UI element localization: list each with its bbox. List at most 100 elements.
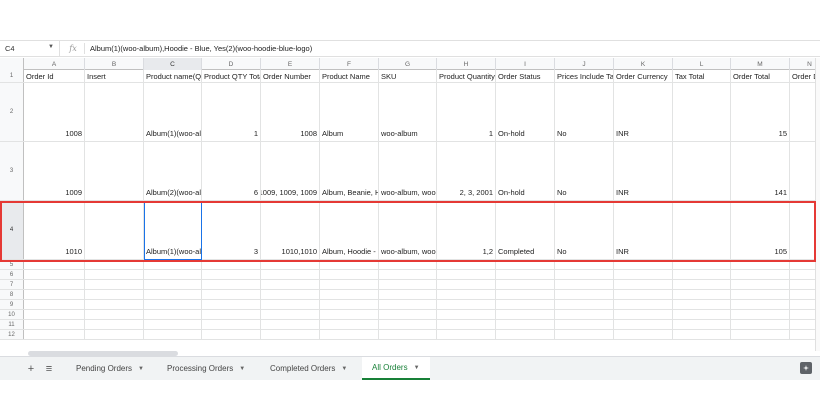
table-cell[interactable]: 105 [731,201,790,259]
table-cell[interactable] [261,270,320,279]
explore-icon[interactable] [800,362,812,374]
vertical-scrollbar[interactable] [815,58,820,351]
table-cell[interactable] [202,290,261,299]
table-cell[interactable] [731,300,790,309]
table-cell[interactable]: Completed [496,201,555,259]
column-title-cell[interactable]: Order Currency [614,70,673,82]
table-cell[interactable] [496,310,555,319]
table-cell[interactable]: 1 [202,83,261,141]
table-cell[interactable]: Album(2)(woo-album) [144,142,202,200]
sheet-tab-all-orders[interactable]: All Orders ▼ [362,357,430,380]
table-cell[interactable] [144,280,202,289]
column-header-f[interactable]: F [320,58,379,70]
row-header[interactable]: 3 [0,142,24,200]
row-header[interactable]: 2 [0,83,24,141]
table-cell[interactable] [731,260,790,269]
table-cell[interactable] [320,280,379,289]
all-sheets-menu-icon[interactable]: ≡ [42,361,56,377]
table-cell[interactable]: INR [614,83,673,141]
table-cell[interactable] [496,330,555,339]
table-cell[interactable] [85,260,144,269]
table-cell[interactable] [261,300,320,309]
table-cell[interactable] [555,320,614,329]
row-header[interactable]: 5 [0,260,24,269]
table-cell[interactable] [614,310,673,319]
table-cell[interactable] [437,260,496,269]
table-cell[interactable] [261,320,320,329]
row-header[interactable]: 7 [0,280,24,289]
table-cell[interactable] [85,142,144,200]
table-cell[interactable] [437,280,496,289]
table-cell[interactable] [144,330,202,339]
table-cell[interactable] [202,260,261,269]
table-cell[interactable]: 1009, 1009, 1009 [261,142,320,200]
table-cell[interactable] [437,300,496,309]
table-cell[interactable] [24,310,85,319]
column-header-e[interactable]: E [261,58,320,70]
column-title-cell[interactable]: Order Id [24,70,85,82]
table-cell[interactable] [320,310,379,319]
table-cell[interactable]: 1009 [24,142,85,200]
table-cell[interactable] [320,300,379,309]
column-header-i[interactable]: I [496,58,555,70]
table-cell[interactable] [144,270,202,279]
column-title-cell[interactable]: Order Number [261,70,320,82]
table-cell[interactable] [261,290,320,299]
row-header[interactable]: 1 [0,70,24,82]
table-cell[interactable] [731,310,790,319]
table-cell[interactable] [261,260,320,269]
table-cell[interactable] [555,310,614,319]
table-cell[interactable] [144,300,202,309]
table-cell[interactable] [673,280,731,289]
column-title-cell[interactable]: Tax Total [673,70,731,82]
table-cell[interactable] [261,280,320,289]
table-cell[interactable] [85,290,144,299]
column-title-cell[interactable]: Product QTY Total [202,70,261,82]
table-cell[interactable] [379,330,437,339]
column-title-cell[interactable]: Order Status [496,70,555,82]
table-cell[interactable] [673,270,731,279]
table-cell[interactable] [496,290,555,299]
table-cell[interactable] [555,300,614,309]
column-title-cell[interactable]: SKU [379,70,437,82]
chevron-down-icon[interactable]: ▼ [341,366,347,372]
table-cell[interactable] [379,270,437,279]
table-cell[interactable] [320,320,379,329]
table-cell[interactable] [673,83,731,141]
table-cell[interactable]: Album [320,83,379,141]
table-cell[interactable] [731,270,790,279]
table-cell[interactable] [202,320,261,329]
table-cell[interactable] [614,300,673,309]
table-cell[interactable] [261,310,320,319]
table-cell[interactable] [144,290,202,299]
column-header-a[interactable]: A [24,58,85,70]
table-cell[interactable] [437,310,496,319]
row-header[interactable]: 10 [0,310,24,319]
table-cell[interactable] [496,280,555,289]
table-cell[interactable] [555,280,614,289]
chevron-down-icon[interactable]: ▼ [239,366,245,372]
table-cell[interactable]: 1,2 [437,201,496,259]
table-cell[interactable] [261,330,320,339]
column-title-cell[interactable]: Product Name [320,70,379,82]
table-cell[interactable] [555,270,614,279]
name-box[interactable]: C4 ▼ [0,41,60,56]
table-cell[interactable] [673,310,731,319]
table-cell[interactable]: No [555,83,614,141]
row-header[interactable]: 11 [0,320,24,329]
table-cell[interactable] [614,260,673,269]
table-cell[interactable] [85,310,144,319]
table-cell[interactable] [320,260,379,269]
table-cell[interactable] [437,270,496,279]
table-cell[interactable] [85,300,144,309]
table-cell[interactable]: On-hold [496,83,555,141]
table-cell[interactable] [320,290,379,299]
column-title-cell[interactable]: Product name(QTY)(SKU) [144,70,202,82]
row-header[interactable]: 12 [0,330,24,339]
table-cell[interactable]: 6 [202,142,261,200]
table-cell[interactable] [437,290,496,299]
table-cell[interactable] [496,300,555,309]
table-cell[interactable] [320,330,379,339]
column-header-h[interactable]: H [437,58,496,70]
table-cell[interactable]: Album(1)(woo-album) [144,83,202,141]
